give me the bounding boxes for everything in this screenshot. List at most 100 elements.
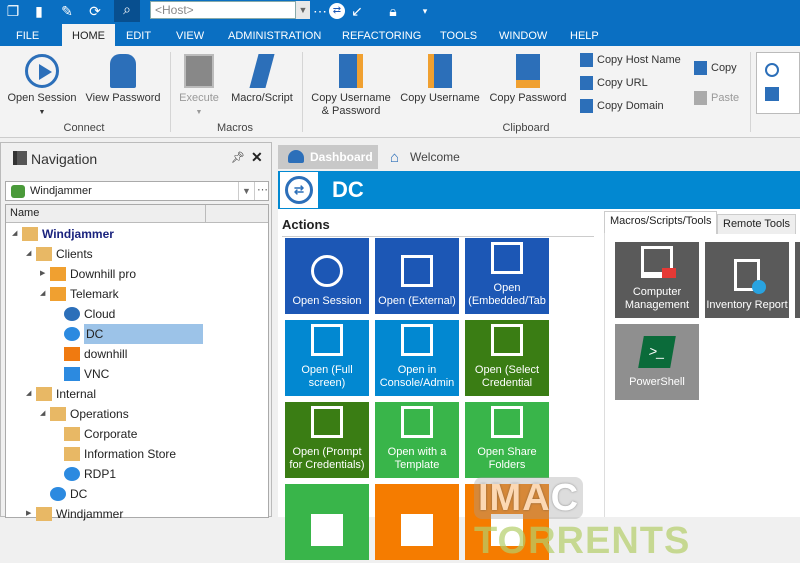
tab-tools[interactable]: TOOLS [434,27,483,46]
copy-domain-button[interactable]: Copy Domain [580,99,664,113]
expander-icon[interactable]: ◢ [26,384,31,404]
more-icon[interactable]: ⋯ [311,2,329,20]
tree-item[interactable]: VNC [64,364,109,384]
tree-item[interactable]: Corporate [64,424,137,444]
tree-item-label: VNC [84,367,110,381]
action-tile[interactable]: Open (Select Credential [465,320,549,396]
divider [282,236,594,237]
computer-management-tile[interactable]: Computer Management [615,242,699,318]
paste-button[interactable]: Paste [694,91,739,105]
user-key-document-icon [339,54,363,88]
tab-help[interactable]: HELP [564,27,605,46]
search-icon[interactable]: ⌕ [114,0,140,22]
pin-icon[interactable]: 📌︎ [231,151,245,164]
chevron-down-icon[interactable]: ▼ [238,182,254,200]
expander-icon[interactable]: ◢ [40,284,45,304]
powershell-tile[interactable]: >_ PowerShell [615,324,699,400]
copy-button[interactable]: Copy [694,61,737,75]
host-dropdown[interactable]: ▼ [296,1,310,19]
lock-icon[interactable]: 🔒︎ [384,2,402,20]
expander-icon[interactable]: ▶ [26,504,31,524]
tree-item[interactable]: ◢ Operations [40,404,129,424]
copy-username-password-button[interactable]: Copy Username & Password [308,50,394,118]
tab-welcome[interactable]: ⌂ Welcome [388,145,460,166]
copy-host-name-button[interactable]: Copy Host Name [580,53,681,67]
paste-icon [694,91,707,105]
rdp-icon [64,327,80,341]
tree-item[interactable]: ▶ Downhill pro [40,264,137,284]
action-tile[interactable]: Open (Prompt for Credentials) [285,402,369,478]
tab-administration[interactable]: ADMINISTRATION [222,27,327,46]
domain-icon [580,99,593,113]
more-icon[interactable]: ⋯ [254,182,270,200]
action-tile[interactable]: Open (External) [375,238,459,314]
refresh-icon[interactable]: ⟳ [86,2,104,20]
customize-icon[interactable]: ▾ [416,2,434,20]
open-session-button[interactable]: Open Session ▼ [4,50,80,119]
tree-item[interactable]: DC [64,324,204,344]
rdp-icon[interactable]: ⇄ [329,3,345,19]
execute-button[interactable]: Execute ▼ [172,50,226,119]
tree-item[interactable]: Information Store [64,444,176,464]
action-tile[interactable] [285,484,369,560]
tab-file[interactable]: FILE [10,27,45,46]
tree-item[interactable]: ◢ Clients [26,244,93,264]
list-icon[interactable] [765,63,779,77]
tab-refactoring[interactable]: REFACTORING [336,27,427,46]
tile-partial[interactable] [795,242,800,318]
tab-view[interactable]: VIEW [170,27,210,46]
edit-icon[interactable]: ✎ [58,2,76,20]
expander-icon[interactable]: ◢ [12,224,17,244]
action-tile[interactable]: Open (Embedded/Tab [465,238,549,314]
view-password-button[interactable]: View Password [84,50,162,105]
lock-icon [110,54,136,88]
action-icon [311,324,343,356]
action-tile[interactable]: Open in Console/Admin [375,320,459,396]
window-icon[interactable]: ❐ [4,2,22,20]
gallery[interactable] [756,52,800,114]
tab-window[interactable]: WINDOW [493,27,553,46]
host-input[interactable]: <Host> [150,1,296,19]
divider [170,52,171,132]
tree-item[interactable]: RDP1 [64,464,116,484]
tree-item-label: DC [84,324,204,344]
expander-icon[interactable]: ◢ [26,244,31,264]
expander-icon[interactable]: ▶ [40,264,45,284]
macro-script-button[interactable]: Macro/Script [228,50,296,105]
column-header-name[interactable]: Name [6,205,268,223]
tab-dashboard[interactable]: Dashboard [278,145,378,169]
close-icon[interactable]: ✕ [251,149,263,166]
tree-item[interactable]: downhill [64,344,127,364]
tree-item[interactable]: DC [50,484,87,504]
tab-macros-scripts-tools[interactable]: Macros/Scripts/Tools [604,211,718,234]
arrow-icon[interactable]: ↙ [348,2,366,20]
dashboard-body: Actions Open Session Open (External) Open … [278,209,800,562]
tree-item[interactable]: ▶ Windjammer [26,504,123,524]
tree-item-label: Downhill pro [70,267,137,281]
action-tile[interactable] [375,484,459,560]
copy-username-button[interactable]: Copy Username [398,50,482,105]
action-label: Open (Prompt for Credentials) [289,446,365,471]
action-tile[interactable]: Open Session [285,238,369,314]
tree-item[interactable]: ◢ Windjammer [12,224,114,244]
new-document-icon[interactable]: ▮ [30,2,48,20]
action-tile[interactable]: Open with a Template [375,402,459,478]
action-icon [311,255,343,287]
copy-url-button[interactable]: Copy URL [580,76,648,90]
action-tile[interactable]: Open Share Folders [465,402,549,478]
report-icon[interactable] [765,87,779,101]
navigation-icon [13,151,27,165]
tab-remote-tools[interactable]: Remote Tools [717,214,797,234]
entry-title: DC [332,177,364,202]
tree-item[interactable]: Cloud [64,304,115,324]
expander-icon[interactable]: ◢ [40,404,45,424]
vault-selector[interactable]: Windjammer ▼ ⋯ [5,181,269,201]
action-label: Open (Embedded/Tab [468,282,546,307]
tab-edit[interactable]: EDIT [120,27,157,46]
action-tile[interactable]: Open (Full screen) [285,320,369,396]
copy-password-button[interactable]: Copy Password [486,50,570,105]
inventory-report-tile[interactable]: Inventory Report [705,242,789,318]
tree-item[interactable]: ◢ Telemark [40,284,119,304]
tree-item[interactable]: ◢ Internal [26,384,96,404]
tab-home[interactable]: HOME [62,24,115,46]
